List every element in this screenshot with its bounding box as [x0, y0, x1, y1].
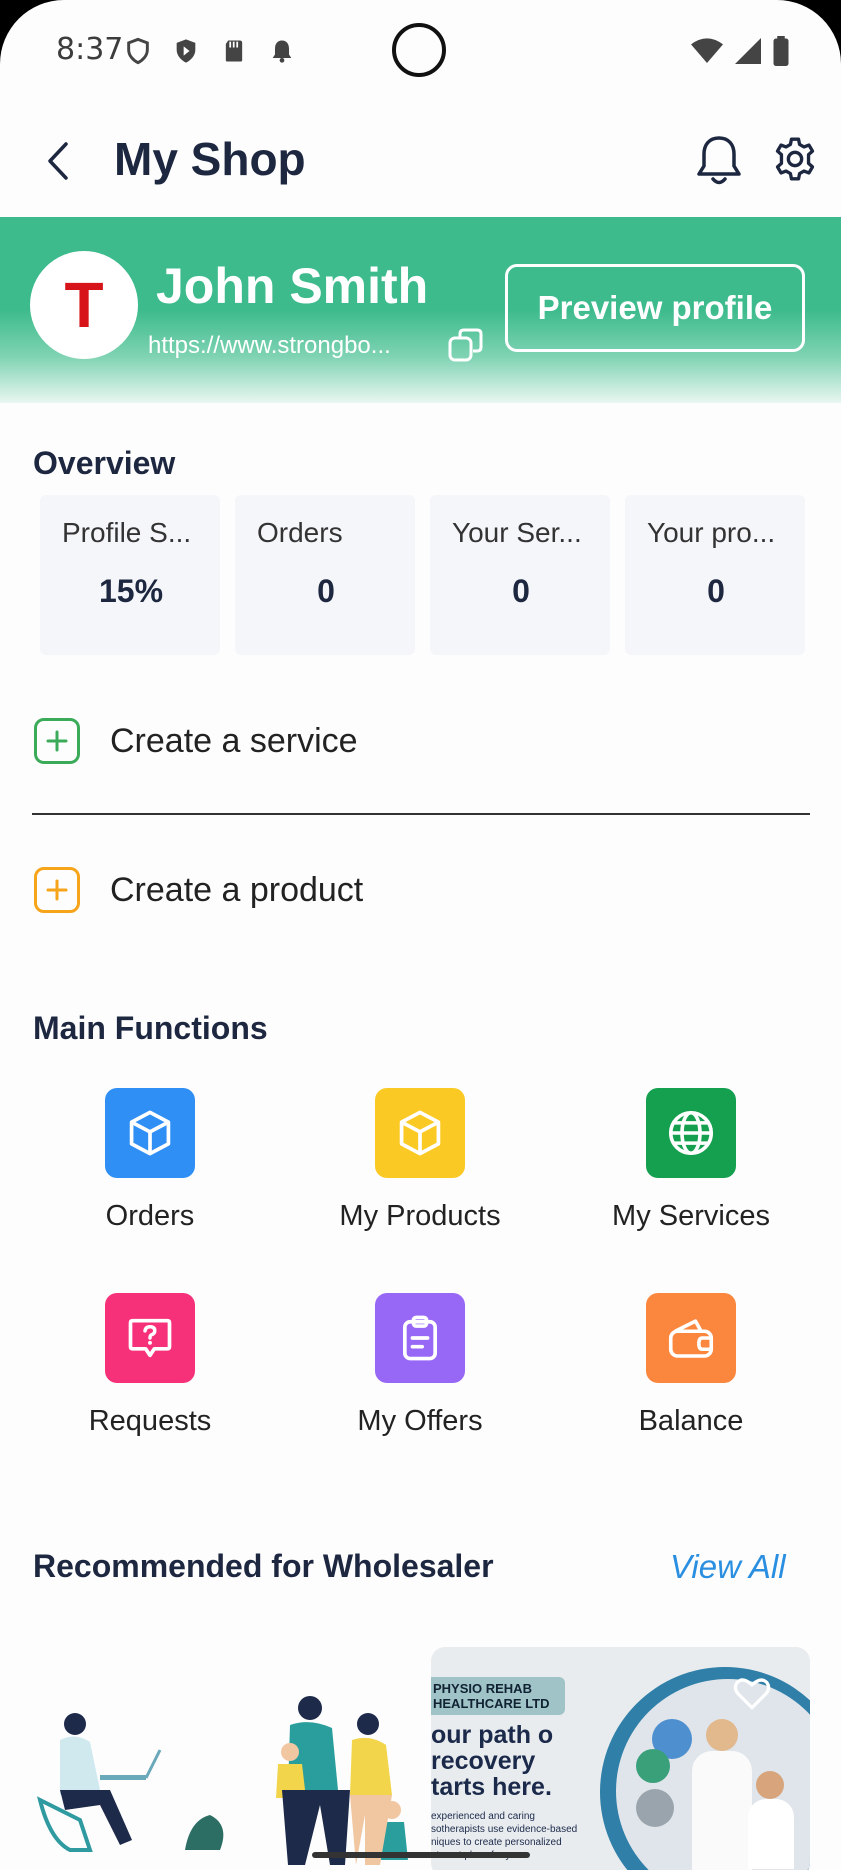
overview-cards: Profile S... 15% Orders 0 Your Ser... 0 … — [40, 495, 805, 655]
profile-url: https://www.strongbo... — [148, 332, 391, 359]
banner-company-tag: PHYSIO REHAB HEALTHCARE LTD — [431, 1677, 565, 1715]
create-service-button[interactable]: Create a service — [34, 711, 358, 771]
function-balance[interactable]: Balance — [571, 1293, 811, 1438]
create-service-label: Create a service — [110, 721, 358, 760]
signal-icon — [735, 38, 761, 64]
box-icon — [375, 1088, 465, 1178]
profile-header: T John Smith https://www.strongbo... Pre… — [0, 217, 841, 403]
overview-title: Overview — [33, 445, 176, 481]
status-bar: 8:37 — [0, 0, 841, 100]
camera-cutout — [392, 23, 446, 77]
shield-icon — [127, 37, 149, 65]
people-illustration[interactable] — [20, 1690, 420, 1870]
function-orders[interactable]: Orders — [30, 1088, 270, 1233]
copy-icon[interactable] — [446, 325, 486, 365]
back-arrow-icon[interactable] — [38, 136, 78, 186]
battery-icon — [773, 36, 789, 66]
overview-card-orders[interactable]: Orders 0 — [235, 495, 415, 655]
notification-bell-icon[interactable] — [694, 132, 744, 188]
main-functions-title: Main Functions — [33, 1010, 268, 1046]
status-system-icons — [691, 36, 789, 66]
card-label: Profile S... — [62, 517, 192, 548]
bell-small-icon — [272, 40, 292, 63]
recommended-banner-card[interactable]: PHYSIO REHAB HEALTHCARE LTD our path o r… — [431, 1647, 810, 1870]
function-my-products[interactable]: My Products — [300, 1088, 540, 1233]
card-value: 15% — [98, 573, 164, 609]
sd-card-icon — [225, 40, 243, 62]
card-label: Orders — [257, 517, 343, 548]
function-my-services[interactable]: My Services — [571, 1088, 811, 1233]
favorite-heart-icon[interactable] — [732, 1675, 772, 1711]
avatar[interactable]: T — [30, 251, 138, 359]
function-requests[interactable]: Requests — [30, 1293, 270, 1438]
view-all-link[interactable]: View All — [670, 1548, 786, 1586]
function-label: My Services — [612, 1200, 770, 1232]
status-time: 8:37 — [56, 32, 124, 67]
divider — [32, 813, 810, 815]
status-notification-icons — [124, 36, 296, 66]
box-icon — [105, 1088, 195, 1178]
preview-profile-button[interactable]: Preview profile — [505, 264, 805, 352]
profile-name: John Smith — [156, 258, 429, 314]
function-label: My Offers — [357, 1405, 483, 1437]
create-product-label: Create a product — [110, 870, 364, 909]
function-label: My Products — [339, 1200, 501, 1232]
card-value: 0 — [707, 573, 725, 609]
function-label: Requests — [88, 1405, 212, 1437]
page-title: My Shop — [114, 133, 306, 185]
phone-screen: 8:37 My Shop T John Smith https://www.st… — [0, 0, 841, 1870]
app-bar: My Shop — [0, 110, 841, 210]
clipboard-icon — [375, 1293, 465, 1383]
card-value: 0 — [317, 573, 335, 609]
wifi-icon — [691, 38, 723, 63]
overview-card-your-services[interactable]: Your Ser... 0 — [430, 495, 610, 655]
recommended-title: Recommended for Wholesaler — [33, 1548, 494, 1584]
function-label: Orders — [105, 1200, 195, 1232]
play-shield-icon — [176, 39, 196, 63]
function-label: Balance — [638, 1405, 744, 1437]
overview-card-profile-score[interactable]: Profile S... 15% — [40, 495, 220, 655]
home-indicator[interactable] — [312, 1852, 530, 1858]
card-value: 0 — [512, 573, 530, 609]
function-my-offers[interactable]: My Offers — [300, 1293, 540, 1438]
overview-card-your-products[interactable]: Your pro... 0 — [625, 495, 805, 655]
card-label: Your pro... — [647, 517, 776, 548]
banner-headline: our path o recovery tarts here. — [431, 1721, 554, 1801]
plus-icon — [34, 867, 80, 913]
plus-icon — [34, 718, 80, 764]
question-bubble-icon — [105, 1293, 195, 1383]
create-product-button[interactable]: Create a product — [34, 860, 363, 920]
wallet-icon — [646, 1293, 736, 1383]
card-label: Your Ser... — [452, 517, 582, 548]
settings-gear-icon[interactable] — [770, 132, 820, 186]
globe-icon — [646, 1088, 736, 1178]
